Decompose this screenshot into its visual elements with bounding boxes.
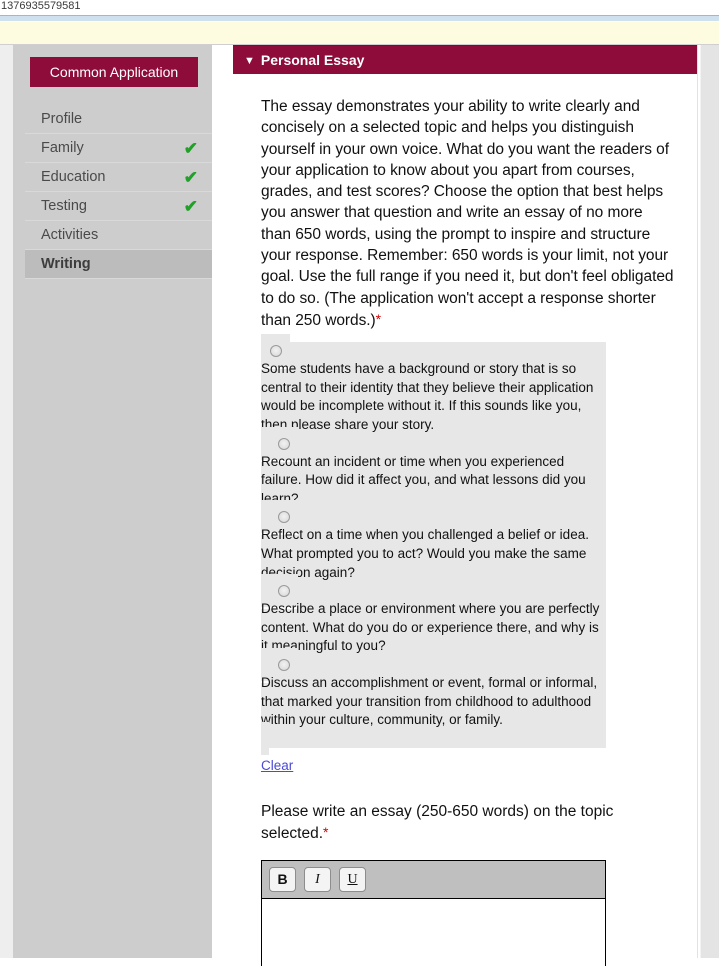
essay-option-5[interactable]: Discuss an accomplishment or event, form… xyxy=(261,647,606,755)
essay-option-label: Describe a place or environment where yo… xyxy=(261,601,600,654)
radio-button-icon[interactable] xyxy=(278,511,290,524)
sidebar-item-writing[interactable]: Writing xyxy=(25,250,224,279)
bold-button[interactable]: B xyxy=(269,866,296,892)
essay-instructions: The essay demonstrates your ability to w… xyxy=(261,96,675,331)
panel-header[interactable]: ▼ Personal Essay xyxy=(233,45,697,74)
personal-essay-panel: ▼ Personal Essay The essay demonstrates y… xyxy=(233,45,697,966)
required-asterisk: * xyxy=(323,824,329,841)
essay-textarea[interactable] xyxy=(262,898,605,966)
sidebar: Common Application Profile Family ✔ Educ… xyxy=(13,45,224,958)
sidebar-item-label: Activities xyxy=(41,227,99,243)
panel-title: Personal Essay xyxy=(260,52,365,68)
sidebar-item-label: Testing xyxy=(41,198,87,214)
sidebar-item-education[interactable]: Education ✔ xyxy=(25,163,212,192)
essay-prompt-options: Some students have a background or story… xyxy=(261,334,606,755)
checkmark-icon: ✔ xyxy=(183,139,198,158)
essay-option-3[interactable]: Reflect on a time when you challenged a … xyxy=(261,500,606,610)
essay-instructions-text: The essay demonstrates your ability to w… xyxy=(261,98,674,329)
browser-toolbar-strip xyxy=(0,15,719,22)
panel-body: The essay demonstrates your ability to w… xyxy=(233,74,697,966)
italic-button[interactable]: I xyxy=(304,866,331,892)
underline-button[interactable]: U xyxy=(339,866,366,892)
radio-button-icon[interactable] xyxy=(278,437,290,450)
sidebar-card-gap xyxy=(212,45,233,958)
checkmark-icon: ✔ xyxy=(183,168,198,187)
sidebar-item-family[interactable]: Family ✔ xyxy=(25,134,212,163)
radio-button-icon[interactable] xyxy=(270,345,282,358)
sidebar-item-label: Profile xyxy=(41,111,83,127)
sidebar-item-label: Family xyxy=(41,140,84,156)
page-left-gutter xyxy=(0,45,13,958)
essay-option-label: Reflect on a time when you challenged a … xyxy=(261,527,589,580)
browser-url-text: 1376935579581 xyxy=(0,0,719,15)
required-asterisk: * xyxy=(375,310,382,327)
radio-button-icon[interactable] xyxy=(278,658,290,671)
essay-write-prompt: Please write an essay (250-650 words) on… xyxy=(261,801,661,845)
page-content: Common Application Profile Family ✔ Educ… xyxy=(0,45,719,966)
sidebar-item-activities[interactable]: Activities xyxy=(25,221,212,250)
editor-toolbar: B I U xyxy=(262,860,605,899)
essay-option-1[interactable]: Some students have a background or story… xyxy=(261,334,606,462)
sidebar-item-label: Education xyxy=(41,169,106,185)
chevron-down-icon[interactable]: ▼ xyxy=(244,47,255,76)
essay-rich-text-editor: B I U xyxy=(261,859,606,966)
page-scrollbar[interactable] xyxy=(700,45,719,958)
screen-root: 1376935579581 Common Application Profile… xyxy=(0,0,719,966)
essay-option-label: Recount an incident or time when you exp… xyxy=(261,453,586,506)
sidebar-nav: Profile Family ✔ Education ✔ Testing ✔ A… xyxy=(25,105,224,279)
clear-selection-link[interactable]: Clear xyxy=(261,758,293,773)
sidebar-item-testing[interactable]: Testing ✔ xyxy=(25,192,212,221)
essay-option-4[interactable]: Describe a place or environment where yo… xyxy=(261,574,606,683)
essay-option-label: Some students have a background or story… xyxy=(261,361,594,433)
essay-write-prompt-text: Please write an essay (250-650 words) on… xyxy=(261,802,614,843)
essay-option-label: Discuss an accomplishment or event, form… xyxy=(261,674,598,728)
sidebar-item-label: Writing xyxy=(41,256,91,272)
radio-button-icon[interactable] xyxy=(278,585,290,598)
essay-option-2[interactable]: Recount an incident or time when you exp… xyxy=(261,426,606,536)
checkmark-icon: ✔ xyxy=(183,197,198,216)
browser-notification-bar xyxy=(0,22,719,45)
sidebar-item-profile[interactable]: Profile xyxy=(25,105,212,134)
common-application-button[interactable]: Common Application xyxy=(30,57,198,87)
